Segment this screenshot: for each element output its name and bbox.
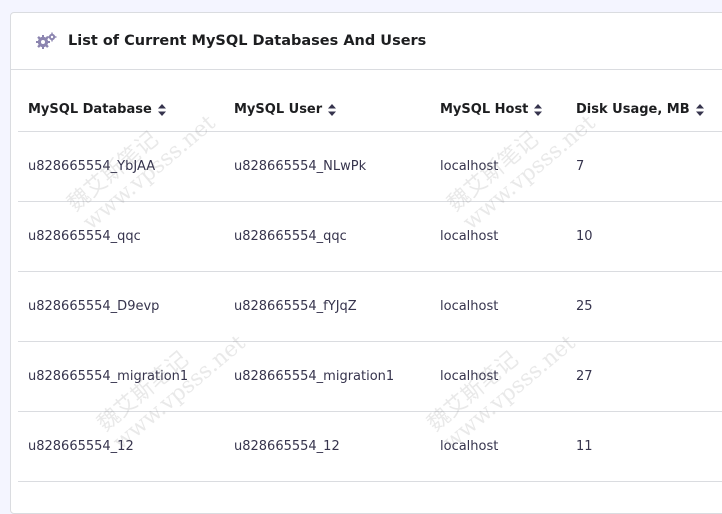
database-host: localhost (440, 229, 499, 244)
database-name: u828665554_D9evp (28, 299, 160, 314)
database-user: u828665554_12 (234, 439, 340, 454)
disk-usage: 11 (576, 439, 593, 454)
table-row: u828665554_YbJAA u828665554_NLwPk localh… (18, 132, 722, 202)
table-header-row: MySQL Database MySQL User MySQL Host Dis… (18, 88, 722, 132)
card-header: List of Current MySQL Databases And User… (11, 13, 722, 70)
database-user: u828665554_fYJqZ (234, 299, 357, 314)
database-name: u828665554_YbJAA (28, 159, 156, 174)
database-name: u828665554_migration1 (28, 369, 189, 384)
column-header-host[interactable]: MySQL Host (430, 102, 566, 117)
database-name: u828665554_12 (28, 439, 134, 454)
database-host: localhost (440, 439, 499, 454)
sort-icon[interactable] (534, 103, 543, 116)
database-user: u828665554_migration1 (234, 369, 395, 384)
disk-usage: 27 (576, 369, 593, 384)
databases-table: MySQL Database MySQL User MySQL Host Dis… (18, 88, 722, 482)
table-row: u828665554_12 u828665554_12 localhost 11 (18, 412, 722, 482)
table-row: u828665554_qqc u828665554_qqc localhost … (18, 202, 722, 272)
card-title: List of Current MySQL Databases And User… (68, 33, 427, 49)
database-user: u828665554_NLwPk (234, 159, 367, 174)
disk-usage: 10 (576, 229, 593, 244)
sort-icon[interactable] (157, 103, 166, 116)
database-host: localhost (440, 159, 499, 174)
database-user: u828665554_qqc (234, 229, 347, 244)
database-host: localhost (440, 369, 499, 384)
disk-usage: 25 (576, 299, 593, 314)
table-row: u828665554_migration1 u828665554_migrati… (18, 342, 722, 412)
database-host: localhost (440, 299, 499, 314)
sort-icon[interactable] (328, 103, 337, 116)
column-header-database[interactable]: MySQL Database (18, 102, 224, 117)
database-name: u828665554_qqc (28, 229, 141, 244)
disk-usage: 7 (576, 159, 585, 174)
table-row: u828665554_D9evp u828665554_fYJqZ localh… (18, 272, 722, 342)
column-header-user[interactable]: MySQL User (224, 102, 430, 117)
sort-icon[interactable] (695, 103, 704, 116)
gears-icon (35, 31, 57, 51)
column-header-disk-usage[interactable]: Disk Usage, MB (566, 102, 722, 117)
